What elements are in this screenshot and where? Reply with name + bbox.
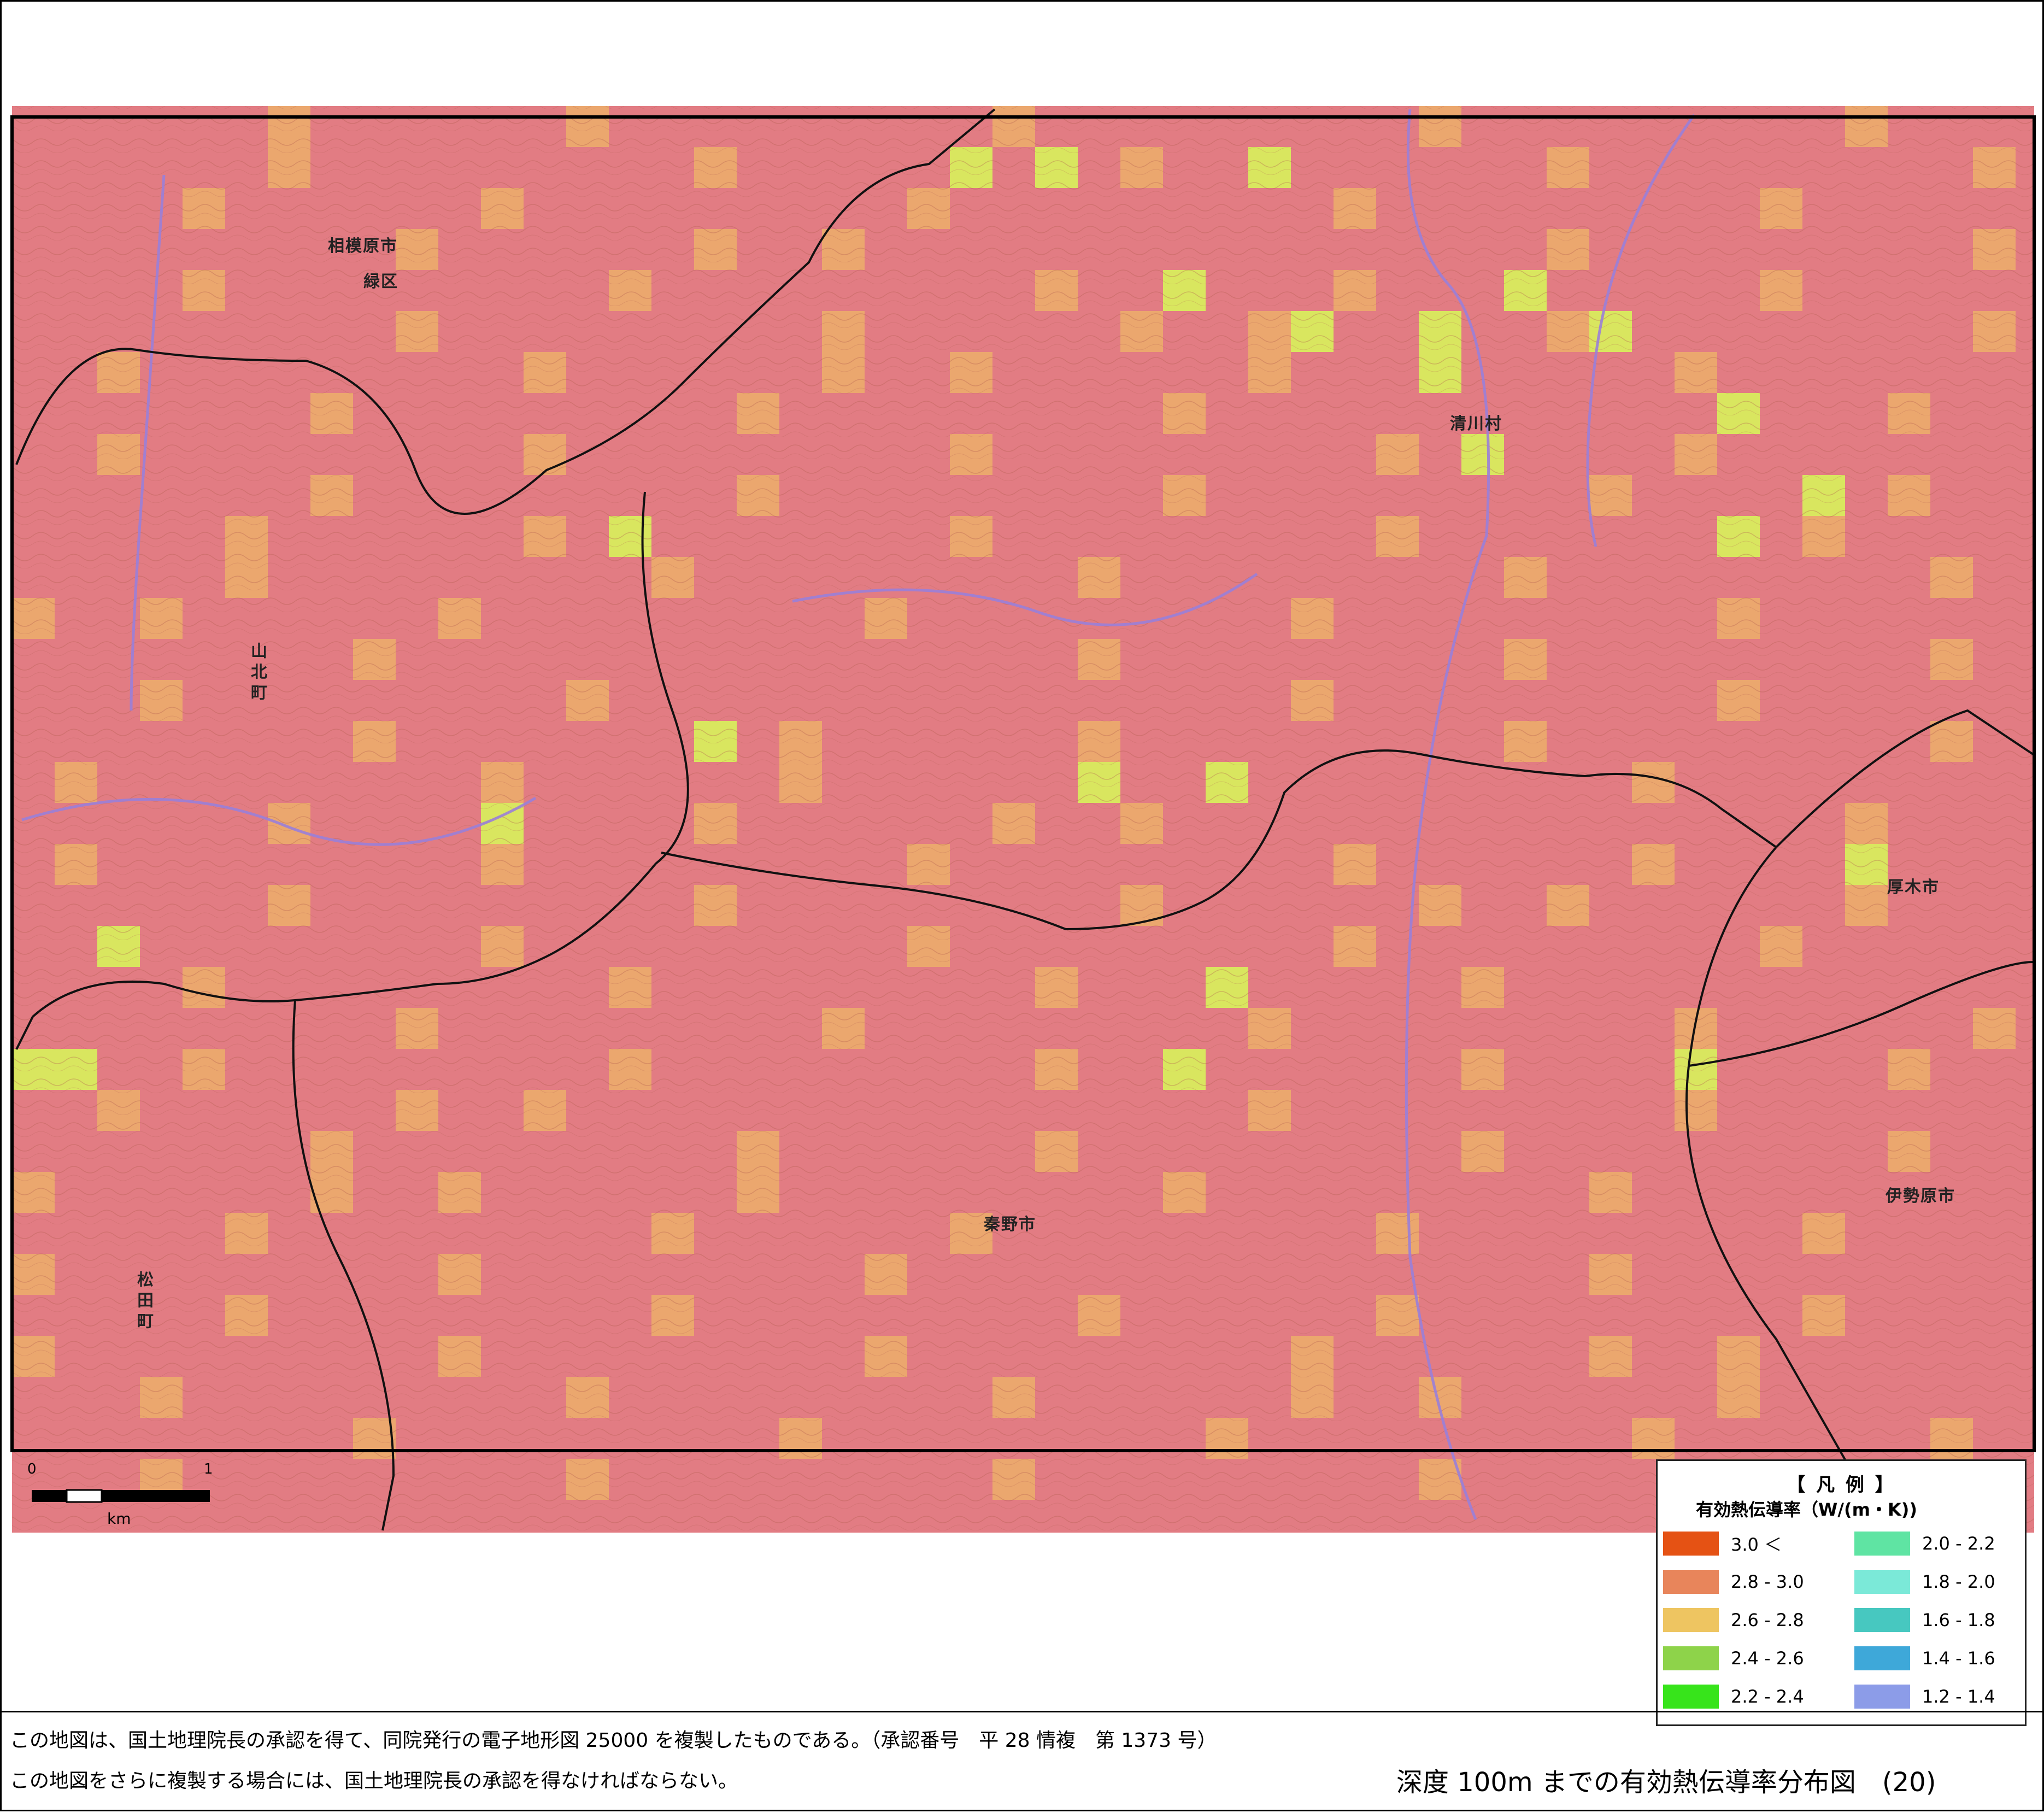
legend-swatch [1854, 1570, 1910, 1594]
scale-label-zero: 0 [27, 1461, 37, 1477]
conductivity-map [10, 106, 2036, 1533]
scale-segment [137, 1490, 210, 1502]
place-label-matsuda: 松田町 [134, 1271, 153, 1333]
legend-item: 3.0 ＜ [1663, 1531, 1782, 1556]
legend-swatch [1663, 1646, 1719, 1670]
copyright-note-line2: この地図をさらに複製する場合には、国土地理院長の承認を得なければならない。 [10, 1770, 738, 1792]
legend-label: 2.0 - 2.2 [1922, 1533, 1995, 1554]
legend-label: 1.8 - 2.0 [1922, 1571, 1995, 1592]
legend-label: 2.2 - 2.4 [1731, 1686, 1804, 1707]
scale-segment [32, 1490, 67, 1502]
place-label-sagamihara: 相模原市 [328, 237, 398, 256]
legend: 【 凡 例 】 有効熱伝導率（W/(m・K)) 3.0 ＜ 2.8 - 3.0 … [1656, 1459, 2027, 1726]
scale-bar [32, 1489, 210, 1503]
legend-title: 【 凡 例 】 [1787, 1474, 1896, 1496]
legend-label: 1.6 - 1.8 [1922, 1610, 1995, 1630]
place-label-midori-ku: 緑区 [363, 272, 398, 291]
scale-segment [66, 1489, 103, 1503]
legend-item: 2.0 - 2.2 [1854, 1531, 1995, 1556]
legend-label: 3.0 ＜ [1731, 1534, 1782, 1555]
legend-item: 2.4 - 2.6 [1663, 1646, 1804, 1671]
legend-label: 1.4 - 1.6 [1922, 1648, 1995, 1669]
footer: この地図は、国土地理院長の承認を得て、同院発行の電子地形図 25000 を複製し… [0, 1711, 2044, 1813]
legend-item: 2.8 - 3.0 [1663, 1569, 1804, 1594]
legend-item: 1.8 - 2.0 [1854, 1569, 1995, 1594]
document-title: 深度 100m までの有効熱伝導率分布図 (20) [1396, 1767, 1936, 1798]
legend-item: 2.6 - 2.8 [1663, 1607, 1804, 1633]
contour-texture [12, 106, 2034, 1533]
place-label-yamakita: 山北町 [248, 642, 267, 705]
legend-item: 1.4 - 1.6 [1854, 1646, 1995, 1671]
copyright-note-line1: この地図は、国土地理院長の承認を得て、同院発行の電子地形図 25000 を複製し… [10, 1729, 1217, 1752]
legend-label: 2.4 - 2.6 [1731, 1648, 1804, 1669]
legend-label: 2.8 - 3.0 [1731, 1571, 1804, 1592]
legend-item: 2.2 - 2.4 [1663, 1684, 1804, 1709]
legend-label: 1.2 - 1.4 [1922, 1686, 1995, 1707]
legend-swatch [1663, 1532, 1719, 1556]
scale-segment [102, 1490, 137, 1502]
legend-item: 1.2 - 1.4 [1854, 1684, 1995, 1709]
legend-swatch [1854, 1608, 1910, 1632]
legend-swatch [1663, 1685, 1719, 1709]
scale-label-unit: km [107, 1510, 131, 1528]
legend-label: 2.6 - 2.8 [1731, 1610, 1804, 1630]
place-label-kiyokawa: 清川村 [1450, 414, 1502, 433]
legend-subtitle: 有効熱伝導率（W/(m・K)) [1696, 1499, 1918, 1520]
legend-swatch [1854, 1532, 1910, 1556]
scale-label-one: 1 [204, 1461, 213, 1477]
legend-swatch [1854, 1646, 1910, 1670]
place-label-isehara: 伊勢原市 [1886, 1187, 1955, 1206]
place-label-hadano: 秦野市 [984, 1215, 1036, 1234]
legend-item: 1.6 - 1.8 [1854, 1607, 1995, 1633]
place-label-atsugi: 厚木市 [1887, 878, 1940, 897]
legend-swatch [1854, 1685, 1910, 1709]
legend-swatch [1663, 1570, 1719, 1594]
legend-swatch [1663, 1608, 1719, 1632]
